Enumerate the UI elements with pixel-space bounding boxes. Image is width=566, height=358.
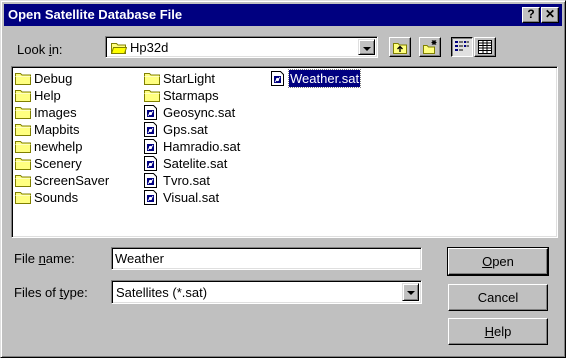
file-item-label: Gps.sat — [163, 122, 208, 137]
folder-icon — [15, 156, 31, 173]
help-button[interactable]: Help — [448, 318, 548, 345]
folder-icon — [144, 88, 160, 105]
file-item-label: Sounds — [34, 190, 79, 205]
file-item-label: newhelp — [34, 139, 83, 154]
folder-icon — [15, 88, 31, 105]
files-of-type-select[interactable]: Satellites (*.sat) — [111, 280, 422, 304]
file-item-label: Satelite.sat — [163, 156, 228, 171]
look-in-value: Hp32d — [130, 40, 169, 55]
folder-icon — [15, 122, 31, 139]
file-item-label: Images — [34, 105, 77, 120]
help-title-button[interactable]: ? — [522, 7, 540, 23]
new-folder-icon — [423, 40, 437, 54]
sat-file-icon — [144, 173, 158, 191]
sat-file-icon — [271, 71, 285, 89]
file-item-label: Tvro.sat — [163, 173, 210, 188]
file-item-label: Starmaps — [163, 88, 219, 103]
file-item-label: ScreenSaver — [34, 173, 110, 188]
file-name-input[interactable] — [115, 250, 415, 267]
files-of-type-dropdown-button[interactable] — [402, 283, 419, 301]
files-of-type-label: Files of type: — [14, 285, 88, 300]
file-item-label: StarLight — [163, 71, 216, 86]
list-view-icon — [455, 41, 469, 51]
look-in-combo[interactable]: Hp32d — [105, 36, 378, 58]
up-one-level-button[interactable] — [389, 37, 411, 57]
create-new-folder-button[interactable] — [419, 37, 441, 57]
file-name-label: File name: — [14, 251, 75, 266]
file-list[interactable]: Debug Help Images Mapbits newhelp Scenery Scre… — [11, 66, 558, 238]
files-of-type-value: Satellites (*.sat) — [116, 285, 208, 300]
dialog-title: Open Satellite Database File — [8, 7, 183, 22]
file-item-label: Geosync.sat — [163, 105, 236, 120]
details-view-button[interactable] — [474, 37, 496, 57]
file-item-label: Weather.sat — [287, 69, 362, 88]
file-item-label: Mapbits — [34, 122, 80, 137]
file-item-label: Scenery — [34, 156, 82, 171]
chevron-down-icon — [363, 47, 371, 51]
look-in-dropdown-button[interactable] — [358, 39, 375, 55]
folder-icon — [144, 71, 160, 88]
file-item-label: Debug — [34, 71, 73, 86]
sat-file-icon — [144, 139, 158, 157]
look-in-label: Look in: — [17, 42, 63, 57]
list-view-button[interactable] — [451, 37, 473, 57]
file-item-label: Visual.sat — [163, 190, 220, 205]
file-name-field[interactable] — [111, 247, 422, 270]
open-file-dialog: Open Satellite Database File ? ✕ Look in… — [0, 0, 566, 358]
close-button[interactable]: ✕ — [541, 7, 559, 23]
sat-file-icon — [144, 190, 158, 208]
title-bar[interactable]: Open Satellite Database File ? ✕ — [4, 4, 562, 26]
sat-file-icon — [144, 122, 158, 140]
chevron-down-icon — [407, 291, 415, 295]
folder-open-icon — [111, 43, 127, 54]
folder-icon — [15, 105, 31, 122]
up-folder-icon — [393, 43, 407, 54]
details-view-icon — [478, 40, 492, 54]
sat-file-icon — [144, 105, 158, 123]
file-item-label: Help — [34, 88, 61, 103]
cancel-button[interactable]: Cancel — [448, 284, 548, 311]
folder-icon — [15, 173, 31, 190]
sat-file-icon — [144, 156, 158, 174]
folder-icon — [15, 71, 31, 88]
file-item-label: Hamradio.sat — [163, 139, 241, 154]
open-button[interactable]: Open — [447, 247, 549, 276]
folder-icon — [15, 139, 31, 156]
folder-icon — [15, 190, 31, 207]
